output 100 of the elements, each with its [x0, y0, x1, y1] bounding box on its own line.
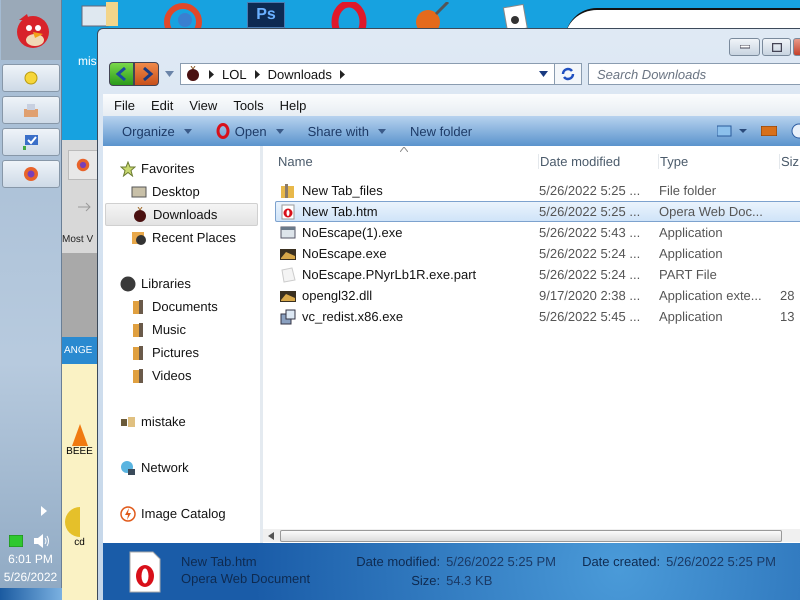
desktop-icon-label: BEEE — [66, 446, 93, 457]
back-button[interactable] — [109, 62, 134, 86]
chevron-icon[interactable] — [209, 70, 214, 78]
type-cell-text: Application — [659, 309, 724, 324]
application-icon — [280, 224, 296, 240]
column-header[interactable]: Name — [277, 154, 538, 168]
navigation-item[interactable]: Downloads — [105, 203, 258, 226]
toolbar-button[interactable]: New folder — [400, 120, 482, 142]
file-row[interactable]: vc_redist.x86.exe 5/26/2022 5:45 ... Application 13 — [275, 306, 800, 327]
caret-icon[interactable] — [184, 128, 192, 134]
folder-icon — [280, 182, 296, 198]
minimize-button[interactable] — [729, 38, 760, 56]
browser-tab[interactable] — [68, 150, 97, 180]
type-cell-text: Opera Web Doc... — [659, 204, 764, 219]
date-modified-cell-text: 9/17/2020 2:38 ... — [539, 288, 642, 303]
show-desktop-button[interactable] — [0, 588, 62, 600]
taskbar-button[interactable] — [2, 128, 60, 156]
navigation-item[interactable]: Documents — [105, 295, 258, 318]
file-row[interactable]: opengl32.dll 9/17/2020 2:38 ... Application exte... 28 — [275, 285, 800, 306]
file-name: New Tab.htm — [181, 554, 258, 569]
property-label: Date created: — [581, 554, 660, 571]
scroll-left-icon[interactable] — [268, 532, 274, 540]
taskbar-button[interactable] — [2, 160, 60, 188]
dropdown-caret-icon[interactable] — [539, 71, 548, 77]
file-name: New Tab_files — [302, 183, 383, 198]
printer-icon — [22, 101, 40, 119]
chevron-icon[interactable] — [340, 70, 345, 78]
property-value: 5/26/2022 5:25 PM — [446, 554, 556, 571]
lightning-icon — [120, 506, 136, 522]
forward-button[interactable] — [134, 62, 159, 86]
file-name: NoEscape(1).exe — [302, 225, 402, 240]
file-row[interactable]: NoEscape.exe 5/26/2022 5:24 ... Application — [275, 243, 800, 264]
file-row[interactable]: NoEscape(1).exe 5/26/2022 5:43 ... Application — [275, 222, 800, 243]
navigation-item[interactable]: Network — [105, 456, 258, 479]
history-dropdown-icon[interactable] — [165, 71, 174, 77]
view-options-icon[interactable] — [717, 125, 747, 137]
breadcrumb[interactable]: LOL — [222, 66, 247, 82]
navigation-item[interactable]: Image Catalog — [105, 502, 258, 525]
navigation-item[interactable]: Recent Places — [105, 226, 258, 249]
monitor-check-icon — [22, 133, 40, 151]
minimize-icon — [740, 45, 750, 49]
navigation-item[interactable]: Libraries — [105, 272, 258, 295]
navigation-item[interactable]: Music — [105, 318, 258, 341]
toolbar-button[interactable]: Open — [206, 120, 293, 142]
desktop-icon — [131, 184, 147, 200]
menu-item[interactable]: View — [181, 98, 226, 112]
refresh-button[interactable] — [555, 63, 582, 85]
desktop-icon-label: cd — [74, 537, 85, 548]
navigation-item[interactable]: Pictures — [105, 341, 258, 364]
cone-icon — [72, 424, 88, 446]
file-row[interactable]: New Tab.htm 5/26/2022 5:25 ... Opera Web Doc... — [275, 201, 800, 222]
breadcrumb[interactable]: Downloads — [268, 66, 332, 82]
taskbar-button[interactable] — [2, 64, 60, 92]
caret-icon[interactable] — [276, 128, 284, 134]
menu-item[interactable]: Help — [272, 98, 314, 112]
toolbar-button[interactable]: Organize — [113, 120, 201, 142]
sort-caret-icon — [400, 147, 408, 152]
column-header[interactable]: Date modified — [538, 154, 658, 168]
type-cell-text: Application — [659, 225, 724, 240]
photoshop-icon[interactable]: Ps — [247, 2, 285, 28]
navigation-item[interactable]: Videos — [105, 364, 258, 387]
column-header[interactable]: Siz — [779, 154, 800, 168]
property-label: Date modified: — [355, 554, 440, 571]
bug-icon — [132, 206, 148, 222]
program-icon[interactable] — [80, 2, 120, 28]
address-bar[interactable]: LOL Downloads — [180, 63, 555, 85]
navigation-item[interactable]: Favorites — [105, 157, 258, 180]
blank-file-icon — [280, 266, 296, 282]
navigation-item[interactable]: Desktop — [105, 180, 258, 203]
file-row[interactable]: New Tab_files 5/26/2022 5:25 ... File folder — [275, 180, 800, 201]
date-modified-cell-text: 5/26/2022 5:24 ... — [539, 246, 642, 261]
maximize-icon — [772, 42, 782, 52]
property-value: 54.3 KB — [446, 573, 492, 590]
search-field[interactable]: Search Downloads — [588, 63, 800, 85]
help-icon[interactable] — [791, 123, 800, 139]
bug-icon — [185, 66, 201, 82]
firefox-icon — [22, 165, 40, 183]
file-row[interactable]: NoEscape.PNyrLb1R.exe.part 5/26/2022 5:24 ... PART File — [275, 264, 800, 285]
menu-item[interactable]: Tools — [225, 98, 272, 112]
menu-item[interactable]: Edit — [142, 98, 182, 112]
preview-pane-icon[interactable] — [761, 126, 777, 136]
caret-icon[interactable] — [378, 128, 386, 134]
column-header[interactable]: Type — [658, 154, 779, 168]
opera-icon — [216, 123, 230, 139]
file-name: opengl32.dll — [302, 288, 372, 303]
navigation-item[interactable]: mistake — [105, 410, 258, 433]
network-status-icon[interactable] — [9, 535, 24, 547]
date-modified-cell-text: 5/26/2022 5:25 ... — [539, 183, 642, 198]
chevron-icon[interactable] — [254, 70, 260, 78]
taskbar-button[interactable] — [2, 96, 60, 124]
banner-text: ANGE — [62, 337, 97, 364]
file-name: New Tab.htm — [302, 204, 378, 219]
browser-section-title: Most V — [62, 234, 94, 245]
maximize-button[interactable] — [762, 38, 791, 56]
network-icon — [120, 460, 136, 476]
firefox-icon — [75, 157, 91, 173]
toolbar-button[interactable]: Share with — [298, 120, 395, 142]
speaker-icon[interactable] — [33, 534, 52, 548]
size-cell-text: 13 — [780, 309, 796, 324]
menu-item[interactable]: File — [106, 98, 143, 112]
